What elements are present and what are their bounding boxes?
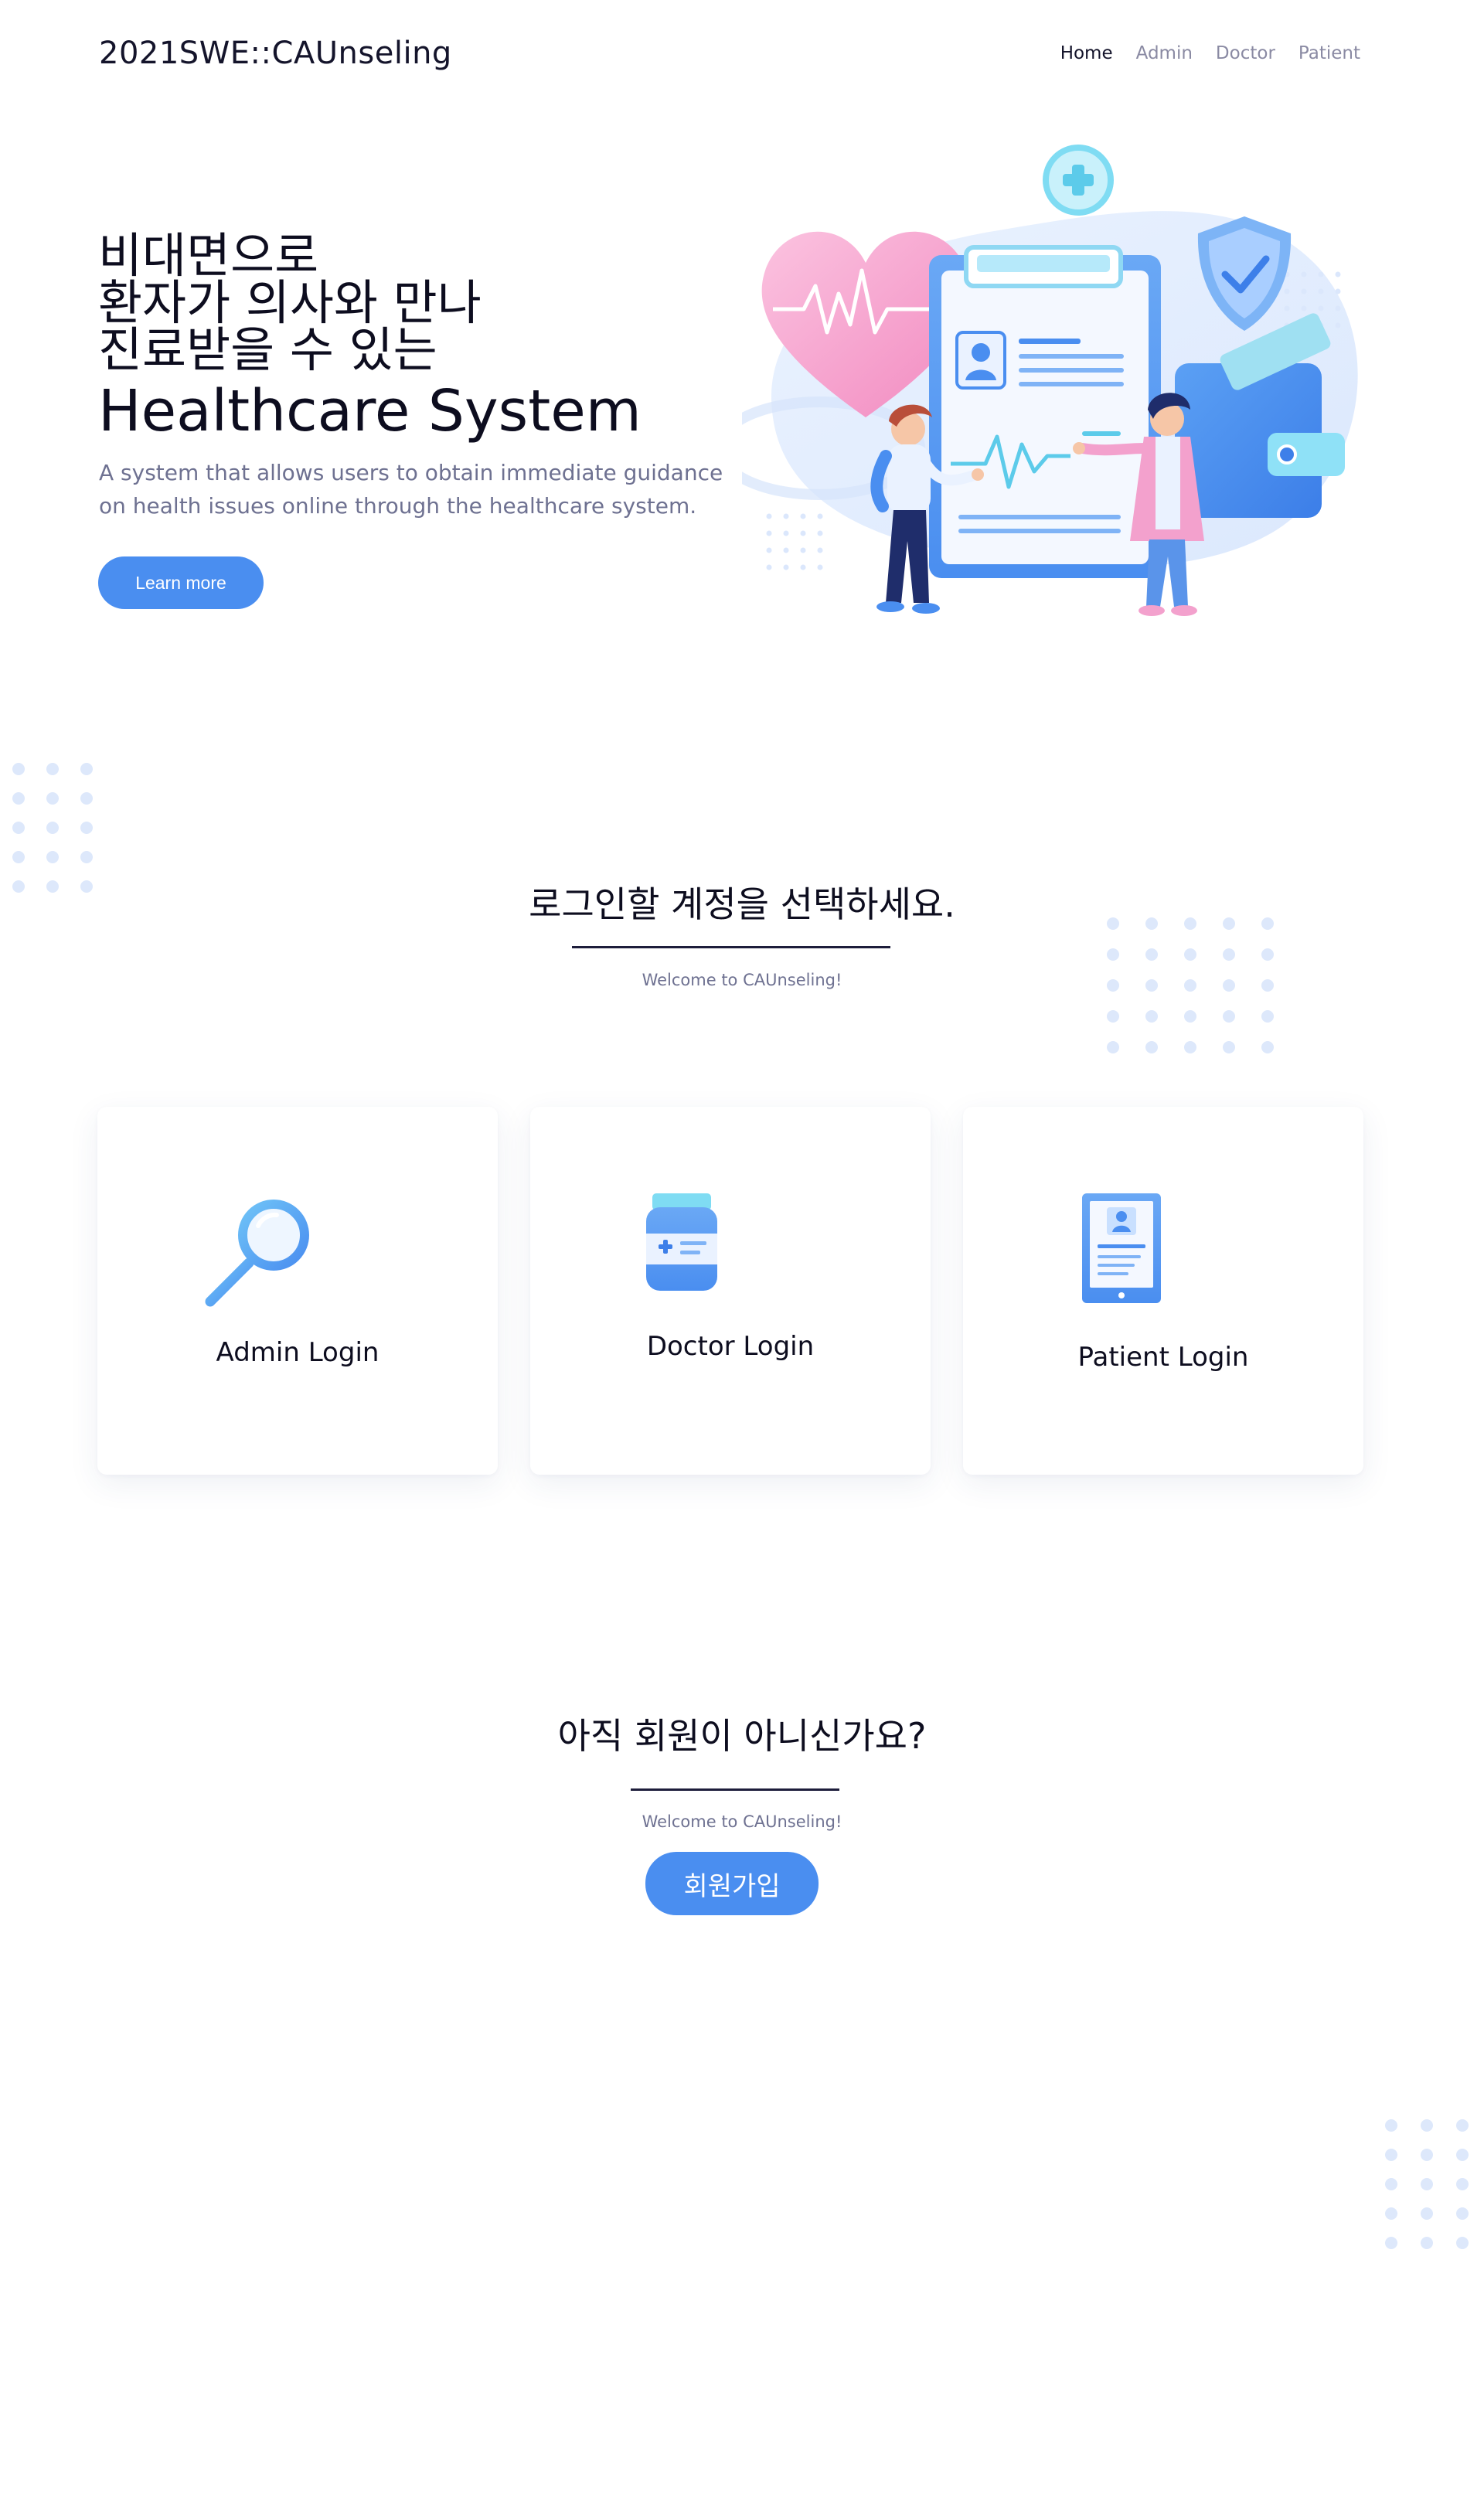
login-section-divider bbox=[572, 946, 890, 948]
doctor-login-label: Doctor Login bbox=[646, 1331, 815, 1362]
hero-title-big: Healthcare System bbox=[98, 378, 642, 444]
patient-login-card[interactable]: Patient Login bbox=[963, 1107, 1363, 1475]
signup-section-subtitle: Welcome to CAUnseling! bbox=[642, 1812, 842, 1831]
hero-description: A system that allows users to obtain imm… bbox=[99, 460, 723, 519]
signup-button[interactable]: 회원가입 bbox=[645, 1852, 819, 1915]
healthcare-illustration bbox=[742, 145, 1358, 616]
magnifier-icon bbox=[205, 1200, 309, 1307]
signup-section-divider bbox=[631, 1788, 839, 1791]
medicine-bottle-icon bbox=[646, 1193, 717, 1291]
nav-admin-link[interactable]: Admin bbox=[1136, 43, 1193, 63]
hero-title-line-2: 환자가 의사와 만나 bbox=[98, 274, 482, 331]
patient-login-label: Patient Login bbox=[1077, 1342, 1249, 1373]
admin-login-card[interactable]: Admin Login bbox=[97, 1107, 498, 1475]
signup-section-title: 아직 회원이 아니신가요? bbox=[557, 1715, 927, 1757]
nav-home-link[interactable]: Home bbox=[1060, 43, 1113, 63]
hero-title-line-1: 비대면으로 bbox=[98, 227, 319, 284]
patient-tablet-icon bbox=[1082, 1193, 1161, 1303]
hero-title: 비대면으로 환자가 의사와 만나 진료받을 수 있는 Healthcare Sy… bbox=[98, 232, 732, 446]
learn-more-button[interactable]: Learn more bbox=[98, 556, 264, 609]
hero-title-line-3: 진료받을 수 있는 bbox=[98, 322, 437, 378]
decorative-dots-bottom bbox=[1385, 2119, 1469, 2249]
nav-doctor-link[interactable]: Doctor bbox=[1216, 43, 1275, 63]
login-section-title: 로그인할 계정을 선택하세요. bbox=[529, 883, 955, 925]
brand-logo[interactable]: 2021SWE::CAUnseling bbox=[99, 36, 452, 71]
navbar: 2021SWE::CAUnseling Home Admin Doctor Pa… bbox=[0, 0, 1484, 116]
main-nav: Home Admin Doctor Patient bbox=[1037, 43, 1360, 63]
nav-patient-link[interactable]: Patient bbox=[1298, 43, 1360, 63]
doctor-login-card[interactable]: Doctor Login bbox=[530, 1107, 931, 1475]
admin-login-label: Admin Login bbox=[216, 1337, 380, 1368]
login-section-subtitle: Welcome to CAUnseling! bbox=[642, 971, 842, 989]
